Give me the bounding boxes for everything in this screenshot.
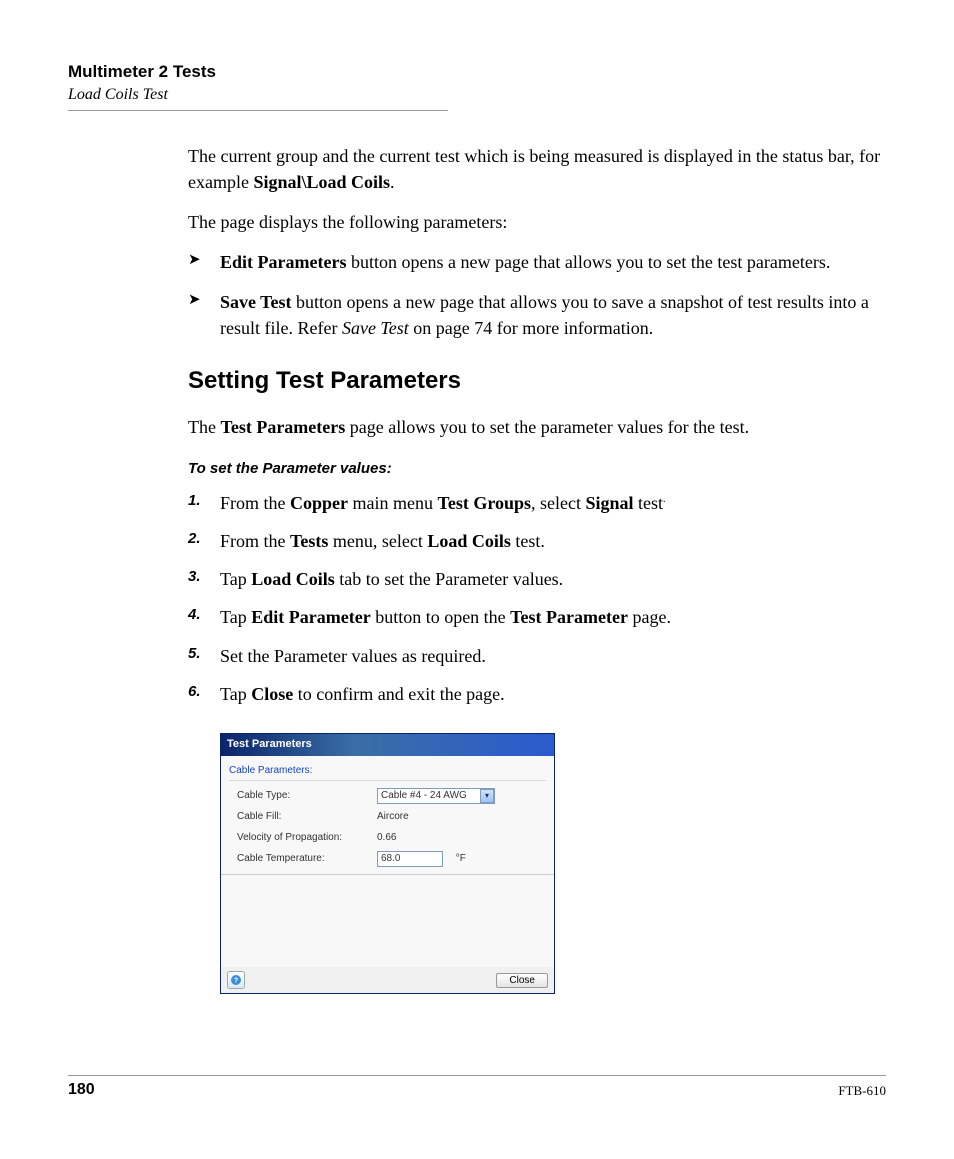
cable-type-select[interactable]: Cable #4 - 24 AWG ▾ <box>377 788 495 804</box>
param-label: Cable Type: <box>237 789 377 804</box>
text: page allows you to set the parameter val… <box>345 417 749 437</box>
text-bold: Test Parameter <box>510 607 628 627</box>
text-bold: Tests <box>290 531 328 551</box>
intro-paragraph-1: The current group and the current test w… <box>188 143 886 195</box>
chapter-title: Multimeter 2 Tests <box>68 62 886 82</box>
param-row-cable-type: Cable Type: Cable #4 - 24 AWG ▾ <box>229 785 546 807</box>
page-footer: 180 FTB-610 <box>68 1075 886 1099</box>
text: . <box>390 172 395 192</box>
text: Tap <box>220 569 251 589</box>
page-number: 180 <box>68 1081 95 1099</box>
cable-temperature-input[interactable]: 68.0 <box>377 851 443 867</box>
dialog-footer: ? Close <box>221 967 554 993</box>
text-italic: Save Test <box>342 318 409 338</box>
document-id: FTB-610 <box>838 1083 886 1099</box>
text: Tap <box>220 684 251 704</box>
text: tab to set the Parameter values. <box>335 569 563 589</box>
text-bold: Edit Parameter <box>251 607 370 627</box>
text: menu, select <box>328 531 427 551</box>
text: on page 74 for more information. <box>409 318 653 338</box>
bullet-item: Save Test button opens a new page that a… <box>188 289 886 341</box>
param-label: Velocity of Propagation: <box>237 831 377 846</box>
help-icon: ? <box>230 974 242 986</box>
help-button[interactable]: ? <box>227 971 245 989</box>
page-content: The current group and the current test w… <box>188 143 886 994</box>
procedure-heading: To set the Parameter values: <box>188 458 886 480</box>
dialog-spacer <box>221 875 554 967</box>
step-item: 3. Tap Load Coils tab to set the Paramet… <box>188 566 886 592</box>
section-heading: Setting Test Parameters <box>188 364 886 399</box>
dialog-titlebar[interactable]: Test Parameters <box>221 734 554 756</box>
text: button opens a new page that allows you … <box>346 252 830 272</box>
param-value: 68.0 °F <box>377 851 546 867</box>
text-bold: Close <box>251 684 293 704</box>
intro-paragraph-2: The page displays the following paramete… <box>188 209 886 235</box>
param-value: Cable #4 - 24 AWG ▾ <box>377 788 546 804</box>
dialog-body: Cable Parameters: Cable Type: Cable #4 -… <box>221 756 554 876</box>
text: main menu <box>348 493 437 513</box>
text: From the <box>220 531 290 551</box>
text: to confirm and exit the page. <box>293 684 504 704</box>
chevron-down-icon[interactable]: ▾ <box>480 789 494 803</box>
close-button[interactable]: Close <box>496 973 548 988</box>
text-bold: Save Test <box>220 292 292 312</box>
text: test. <box>511 531 545 551</box>
text-bold: Load Coils <box>427 531 511 551</box>
param-label: Cable Temperature: <box>237 852 377 867</box>
bullet-item: Edit Parameters button opens a new page … <box>188 249 886 275</box>
section-label: Load Coils Test <box>68 86 886 104</box>
period: . <box>663 494 666 505</box>
step-number: 5. <box>188 643 201 665</box>
bullet-list: Edit Parameters button opens a new page … <box>188 249 886 341</box>
text-bold: Signal\Load Coils <box>253 172 390 192</box>
select-value: Cable #4 - 24 AWG <box>381 789 467 804</box>
text: test <box>634 493 664 513</box>
param-row-cable-temp: Cable Temperature: 68.0 °F <box>229 848 546 870</box>
param-row-vop: Velocity of Propagation: 0.66 <box>229 828 546 849</box>
step-item: 1. From the Copper main menu Test Groups… <box>188 490 886 516</box>
text-bold: Signal <box>586 493 634 513</box>
step-item: 2. From the Tests menu, select Load Coil… <box>188 528 886 554</box>
step-number: 6. <box>188 681 201 703</box>
step-item: 5. Set the Parameter values as required. <box>188 643 886 669</box>
text-bold: Load Coils <box>251 569 335 589</box>
text-bold: Test Parameters <box>220 417 345 437</box>
step-number: 1. <box>188 490 201 512</box>
param-value: Aircore <box>377 810 546 825</box>
text: Set the Parameter values as required. <box>220 646 486 666</box>
temperature-unit: °F <box>456 853 466 864</box>
section-paragraph: The Test Parameters page allows you to s… <box>188 414 886 440</box>
text: page. <box>628 607 671 627</box>
text-bold: Test Groups <box>437 493 531 513</box>
step-item: 4. Tap Edit Parameter button to open the… <box>188 604 886 630</box>
text: Tap <box>220 607 251 627</box>
param-value: 0.66 <box>377 831 546 846</box>
text-bold: Copper <box>290 493 348 513</box>
step-item: 6. Tap Close to confirm and exit the pag… <box>188 681 886 707</box>
test-parameters-dialog: Test Parameters Cable Parameters: Cable … <box>220 733 555 994</box>
step-number: 3. <box>188 566 201 588</box>
step-number: 2. <box>188 528 201 550</box>
ordered-steps: 1. From the Copper main menu Test Groups… <box>188 490 886 707</box>
group-label: Cable Parameters: <box>229 764 546 782</box>
text: , select <box>531 493 585 513</box>
text: From the <box>220 493 290 513</box>
svg-text:?: ? <box>234 978 238 985</box>
text-bold: Edit Parameters <box>220 252 346 272</box>
text: The <box>188 417 220 437</box>
text: button to open the <box>371 607 510 627</box>
header-rule <box>68 110 448 111</box>
step-number: 4. <box>188 604 201 626</box>
param-label: Cable Fill: <box>237 810 377 825</box>
param-row-cable-fill: Cable Fill: Aircore <box>229 807 546 828</box>
